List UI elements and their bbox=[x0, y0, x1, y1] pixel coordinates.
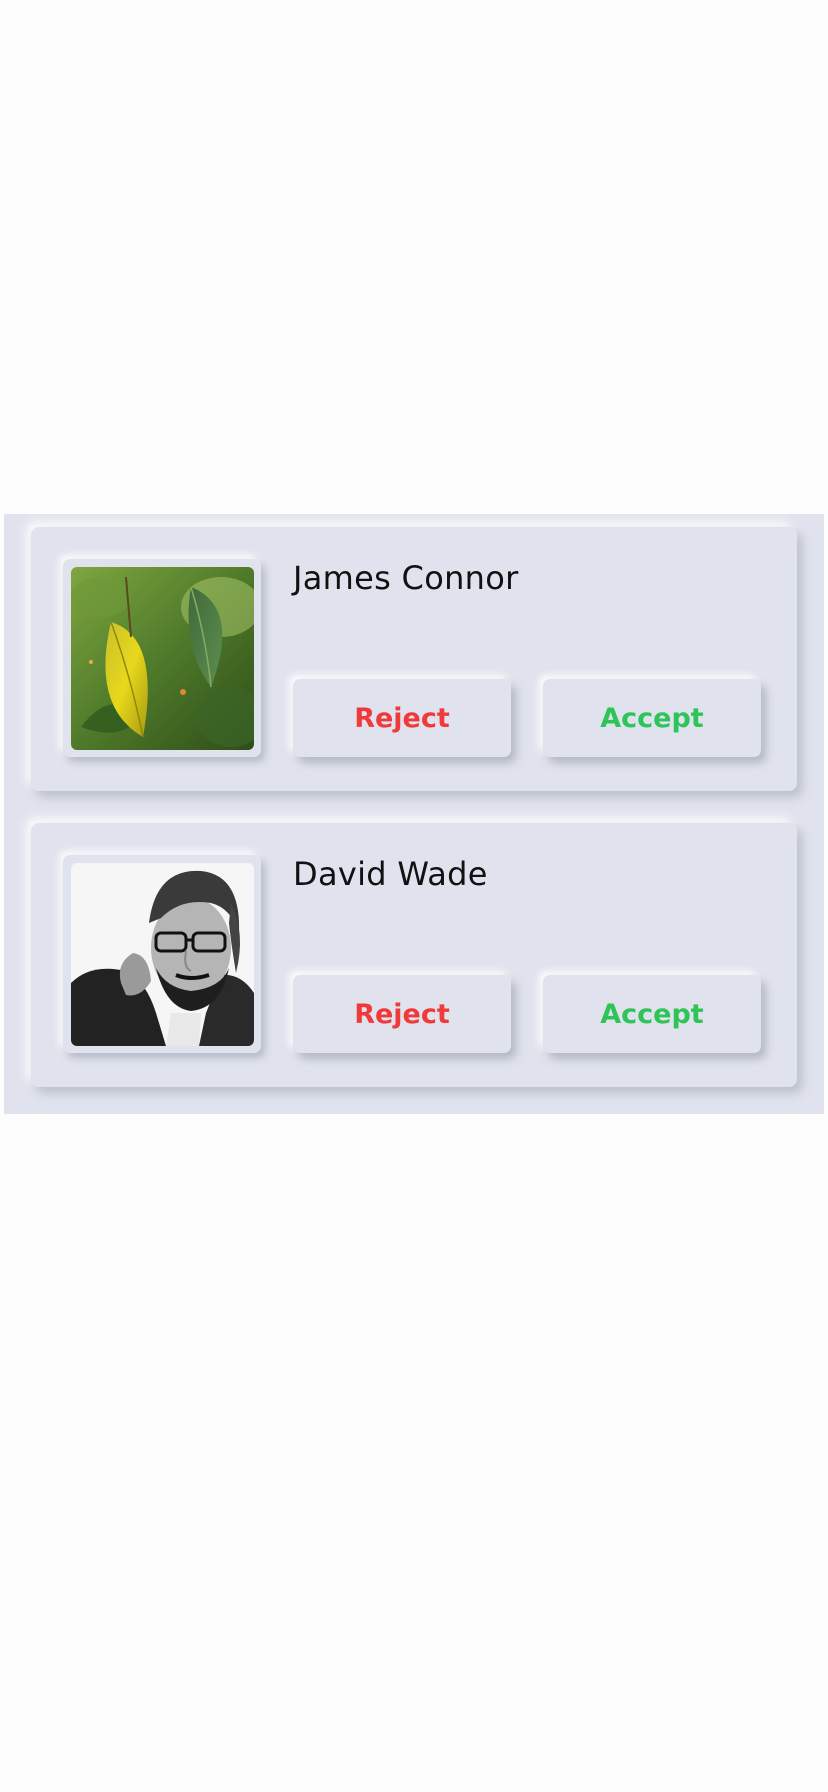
request-card: David Wade Reject Accept bbox=[31, 823, 797, 1087]
avatar bbox=[71, 567, 254, 750]
reject-button[interactable]: Reject bbox=[293, 975, 511, 1053]
requester-name: David Wade bbox=[293, 855, 488, 893]
friend-requests-panel: James Connor Reject Accept David Wade Re… bbox=[4, 514, 824, 1114]
reject-button[interactable]: Reject bbox=[293, 679, 511, 757]
avatar-frame bbox=[63, 855, 261, 1053]
accept-button[interactable]: Accept bbox=[543, 975, 761, 1053]
requester-name: James Connor bbox=[293, 559, 519, 597]
request-card: James Connor Reject Accept bbox=[31, 527, 797, 791]
accept-button[interactable]: Accept bbox=[543, 679, 761, 757]
avatar bbox=[71, 863, 254, 1046]
avatar-frame bbox=[63, 559, 261, 757]
